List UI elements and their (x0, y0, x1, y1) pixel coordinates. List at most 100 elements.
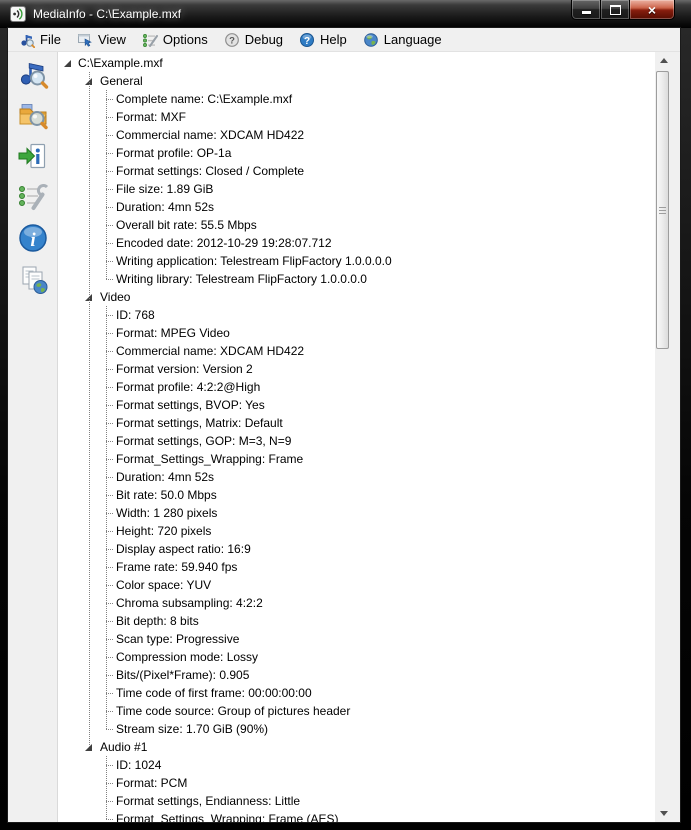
tree-section[interactable]: Audio #1 (58, 738, 655, 756)
scroll-up-button[interactable] (655, 52, 672, 69)
tree-item[interactable]: Duration: 4mn 52s (58, 198, 655, 216)
scrollbar-thumb[interactable] (656, 71, 669, 349)
tree-label: Chroma subsampling: 4:2:2 (116, 594, 263, 612)
tree-item[interactable]: Encoded date: 2012-10-29 19:28:07.712 (58, 234, 655, 252)
tree-guide-stub (106, 549, 114, 550)
titlebar[interactable]: MediaInfo - C:\Example.mxf × (0, 0, 691, 28)
tree-guide-stub (106, 369, 114, 370)
tree-guide-stub (106, 243, 114, 244)
tree-item[interactable]: Complete name: C:\Example.mxf (58, 90, 655, 108)
mediainfo-logo-icon (10, 6, 26, 22)
tree-item[interactable]: Format_Settings_Wrapping: Frame (AES) (58, 810, 655, 822)
menu-language-label: Language (384, 32, 442, 47)
tree-item[interactable]: Format: MXF (58, 108, 655, 126)
tree-item[interactable]: Compression mode: Lossy (58, 648, 655, 666)
tree-item[interactable]: Overall bit rate: 55.5 Mbps (58, 216, 655, 234)
menu-help-label: Help (320, 32, 347, 47)
menu-view[interactable]: View (70, 30, 135, 50)
tree-item[interactable]: Height: 720 pixels (58, 522, 655, 540)
menu-file[interactable]: File (12, 30, 70, 50)
tree-item[interactable]: Format: MPEG Video (58, 324, 655, 342)
open-file-button[interactable] (15, 57, 51, 91)
tree-section[interactable]: General (58, 72, 655, 90)
tree-guide-stub (106, 351, 114, 352)
tree-item[interactable]: Format settings: Closed / Complete (58, 162, 655, 180)
tree-item[interactable]: Format profile: OP-1a (58, 144, 655, 162)
tree-guide-stub (106, 459, 114, 460)
preferences-button[interactable] (15, 180, 51, 214)
maximize-button[interactable] (601, 0, 629, 20)
tree-guide-stub (106, 477, 114, 478)
close-icon: × (648, 3, 656, 17)
tree-label: Height: 720 pixels (116, 522, 211, 540)
tree-item[interactable]: Width: 1 280 pixels (58, 504, 655, 522)
tree-label: Stream size: 1.70 GiB (90%) (116, 720, 268, 738)
tree-item[interactable]: Bit depth: 8 bits (58, 612, 655, 630)
expand-arrow-icon[interactable] (64, 60, 71, 67)
tree-item[interactable]: Format settings, BVOP: Yes (58, 396, 655, 414)
tree-item[interactable]: Duration: 4mn 52s (58, 468, 655, 486)
tree-label: ID: 1024 (116, 756, 161, 774)
info-circle-icon: i (17, 222, 49, 254)
tree-label: File size: 1.89 GiB (116, 180, 213, 198)
tree-item[interactable]: Writing library: Telestream FlipFactory … (58, 270, 655, 288)
tree-section[interactable]: Video (58, 288, 655, 306)
tree-item[interactable]: Format_Settings_Wrapping: Frame (58, 450, 655, 468)
menu-options[interactable]: Options (135, 30, 217, 50)
tree-item[interactable]: ID: 768 (58, 306, 655, 324)
tree-item[interactable]: Color space: YUV (58, 576, 655, 594)
tree-label: Commercial name: XDCAM HD422 (116, 126, 304, 144)
vertical-scrollbar[interactable] (655, 52, 672, 822)
web-report-button[interactable] (15, 262, 51, 296)
tree-item[interactable]: ID: 1024 (58, 756, 655, 774)
tree-guide-stub (106, 279, 114, 280)
tree-guide-stub (106, 621, 114, 622)
tree-item[interactable]: Commercial name: XDCAM HD422 (58, 342, 655, 360)
tree-label: Format: MXF (116, 108, 186, 126)
right-margin-strip (672, 52, 680, 822)
tree-root[interactable]: C:\Example.mxf (58, 54, 655, 72)
svg-text:i: i (30, 230, 36, 251)
tree-item[interactable]: File size: 1.89 GiB (58, 180, 655, 198)
menu-help[interactable]: ? Help (292, 30, 356, 50)
tree-item[interactable]: Format settings, Matrix: Default (58, 414, 655, 432)
tree-item[interactable]: Time code of first frame: 00:00:00:00 (58, 684, 655, 702)
tree-view[interactable]: C:\Example.mxfGeneralComplete name: C:\E… (58, 52, 655, 822)
documents-globe-icon (17, 263, 49, 295)
tree-guide-line (89, 72, 90, 747)
tree-label: Width: 1 280 pixels (116, 504, 217, 522)
tree-item[interactable]: Bits/(Pixel*Frame): 0.905 (58, 666, 655, 684)
tree-label: Color space: YUV (116, 576, 211, 594)
close-button[interactable]: × (629, 0, 675, 20)
tree-label: Format: MPEG Video (116, 324, 230, 342)
preferences-wrench-icon (17, 181, 49, 213)
tree-guide-stub (106, 783, 114, 784)
export-info-icon (17, 140, 49, 172)
tree-label: Format_Settings_Wrapping: Frame (AES) (116, 810, 339, 822)
open-folder-button[interactable] (15, 98, 51, 132)
tree-item[interactable]: Display aspect ratio: 16:9 (58, 540, 655, 558)
tree-item[interactable]: Format settings, GOP: M=3, N=9 (58, 432, 655, 450)
minimize-button[interactable] (571, 0, 601, 20)
tree-item[interactable]: Format settings, Endianness: Little (58, 792, 655, 810)
tree-item[interactable]: Frame rate: 59.940 fps (58, 558, 655, 576)
scroll-down-button[interactable] (655, 805, 672, 822)
tree-label: Overall bit rate: 55.5 Mbps (116, 216, 257, 234)
menu-language[interactable]: Language (356, 30, 451, 50)
tree-item[interactable]: Format: PCM (58, 774, 655, 792)
menu-debug[interactable]: ? Debug (217, 30, 292, 50)
export-info-button[interactable] (15, 139, 51, 173)
tree-item[interactable]: Bit rate: 50.0 Mbps (58, 486, 655, 504)
svg-text:?: ? (304, 35, 310, 46)
about-button[interactable]: i (15, 221, 51, 255)
tree-item[interactable]: Chroma subsampling: 4:2:2 (58, 594, 655, 612)
tree-item[interactable]: Time code source: Group of pictures head… (58, 702, 655, 720)
tree-item[interactable]: Scan type: Progressive (58, 630, 655, 648)
tree-item[interactable]: Format version: Version 2 (58, 360, 655, 378)
tree-item[interactable]: Commercial name: XDCAM HD422 (58, 126, 655, 144)
tree-item[interactable]: Stream size: 1.70 GiB (90%) (58, 720, 655, 738)
tree-item[interactable]: Format profile: 4:2:2@High (58, 378, 655, 396)
tree-item[interactable]: Writing application: Telestream FlipFact… (58, 252, 655, 270)
tree-guide-stub (106, 513, 114, 514)
tree-guide-stub (106, 567, 114, 568)
